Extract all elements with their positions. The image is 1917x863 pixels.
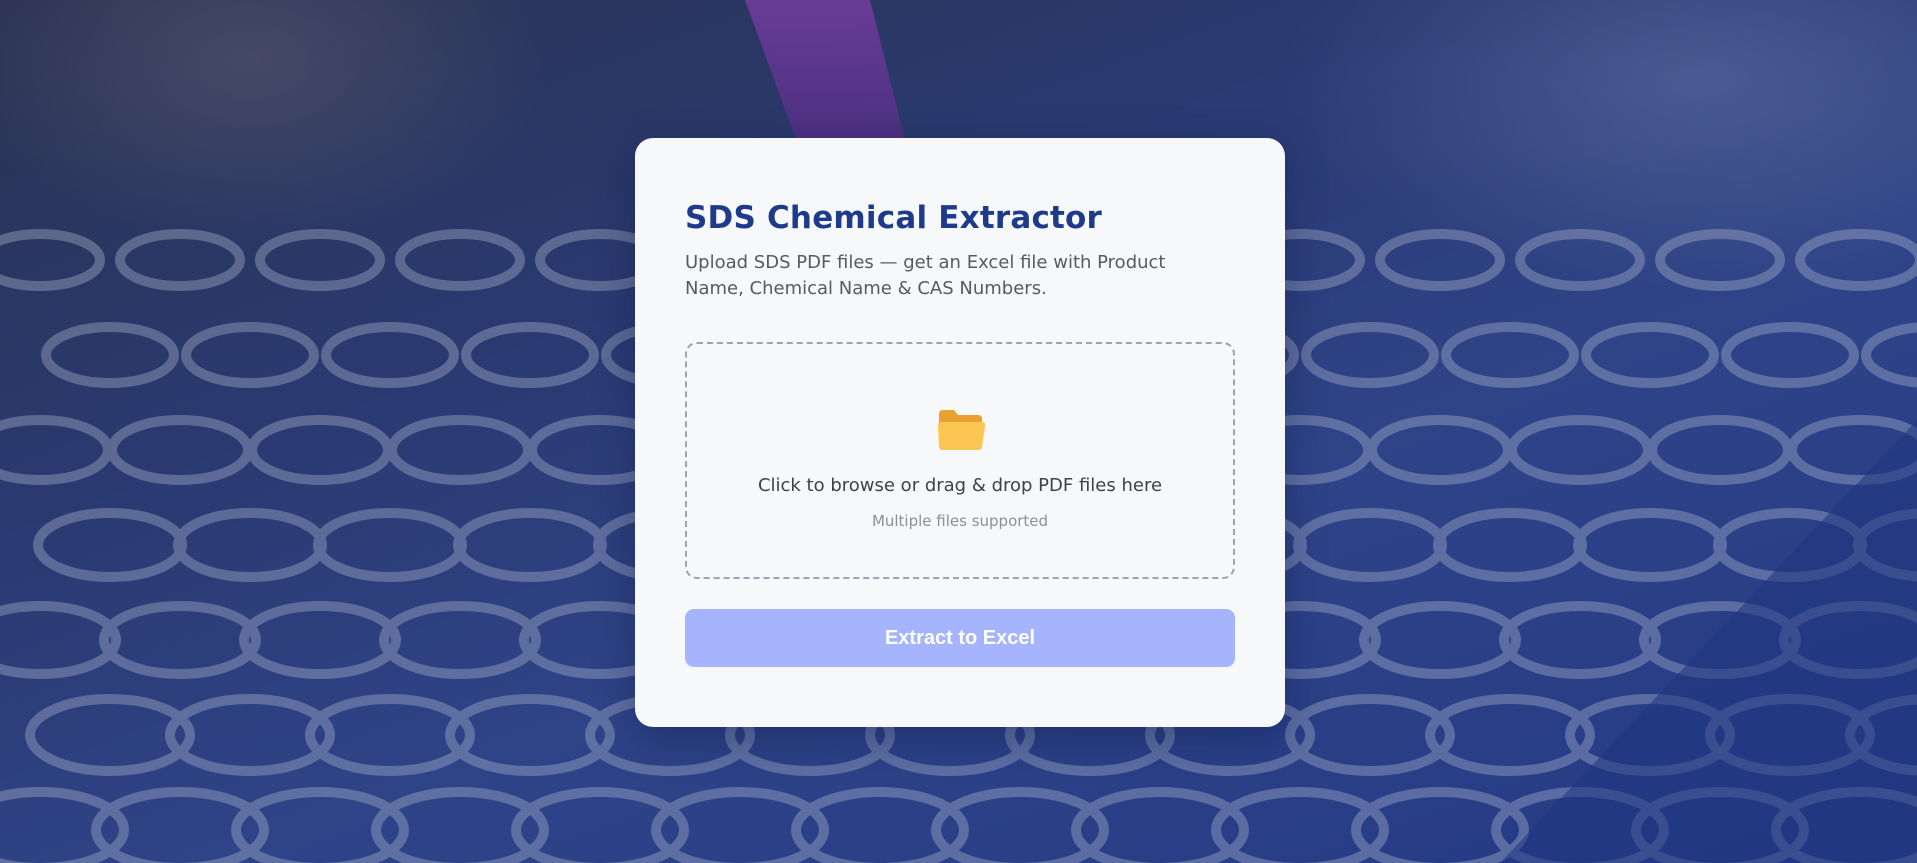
tube-ring — [239, 601, 401, 679]
tube-ring — [1367, 415, 1513, 485]
tube-ring — [1721, 322, 1859, 388]
file-dropzone[interactable]: Click to browse or drag & drop PDF files… — [685, 342, 1235, 579]
tube-ring — [1301, 322, 1439, 388]
tube-ring — [1507, 415, 1653, 485]
tube-ring — [255, 229, 385, 291]
tube-ring — [1441, 322, 1579, 388]
tube-ring — [1359, 601, 1521, 679]
dropzone-instruction: Click to browse or drag & drop PDF files… — [757, 475, 1163, 496]
tube-ring — [1581, 322, 1719, 388]
tube-ring — [173, 508, 327, 582]
dropzone-hint: Multiple files supported — [871, 512, 1049, 530]
tube-ring — [1573, 508, 1727, 582]
tube-ring — [313, 508, 467, 582]
tube-ring — [1655, 229, 1785, 291]
tube-ring — [395, 229, 525, 291]
tube-ring — [99, 601, 261, 679]
tube-ring — [181, 322, 319, 388]
tube-ring — [41, 322, 179, 388]
tube-ring — [1647, 415, 1793, 485]
extract-to-excel-button[interactable]: Extract to Excel — [685, 609, 1235, 667]
tube-ring — [0, 601, 121, 679]
page-subtitle: Upload SDS PDF files — get an Excel file… — [685, 252, 1166, 299]
tube-ring — [33, 508, 187, 582]
tube-ring — [379, 601, 541, 679]
tube-ring — [1515, 229, 1645, 291]
extractor-card: SDS Chemical Extractor Upload SDS PDF fi… — [635, 138, 1285, 727]
tube-ring — [247, 415, 393, 485]
tube-ring — [387, 415, 533, 485]
tube-ring — [453, 508, 607, 582]
folder-icon — [938, 410, 986, 450]
tube-ring — [0, 415, 113, 485]
tube-ring — [115, 229, 245, 291]
tube-ring — [1499, 601, 1661, 679]
tube-ring — [107, 415, 253, 485]
tube-ring — [1433, 508, 1587, 582]
page-title: SDS Chemical Extractor — [685, 200, 1103, 236]
tube-ring — [0, 229, 105, 291]
tube-ring — [1861, 322, 1917, 388]
tube-ring — [321, 322, 459, 388]
tube-ring — [1375, 229, 1505, 291]
tube-ring — [1293, 508, 1447, 582]
tube-ring — [1795, 229, 1917, 291]
tube-ring — [461, 322, 599, 388]
